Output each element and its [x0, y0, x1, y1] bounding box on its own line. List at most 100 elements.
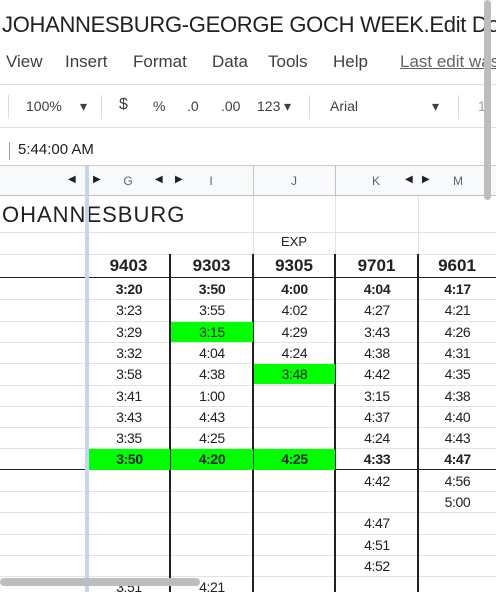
table-cell[interactable]: 4:24: [254, 343, 335, 363]
chevron-down-icon[interactable]: ▾: [284, 98, 291, 115]
triangle-right-icon[interactable]: ▶: [422, 174, 430, 185]
table-cell[interactable]: [254, 556, 335, 576]
table-cell[interactable]: 4:47: [419, 449, 496, 469]
table-cell[interactable]: [254, 428, 335, 448]
table-cell[interactable]: 4:31: [419, 343, 496, 363]
table-cell[interactable]: 3:50: [171, 279, 253, 299]
chevron-down-icon[interactable]: ▾: [432, 98, 439, 115]
table-cell[interactable]: [171, 492, 253, 512]
table-cell[interactable]: 4:51: [336, 535, 418, 555]
table-cell[interactable]: 4:00: [254, 279, 335, 299]
table-cell[interactable]: 4:02: [254, 300, 335, 320]
table-cell[interactable]: [419, 577, 496, 592]
table-cell[interactable]: 4:04: [171, 343, 253, 363]
table-cell[interactable]: 4:56: [419, 471, 496, 491]
route-number-cell[interactable]: 9303: [170, 256, 253, 276]
table-cell[interactable]: [254, 492, 335, 512]
table-cell[interactable]: [336, 577, 418, 592]
table-cell[interactable]: [88, 471, 170, 491]
triangle-left-icon[interactable]: ◀: [405, 174, 413, 185]
table-cell[interactable]: 3:20: [88, 279, 170, 299]
table-cell[interactable]: [88, 535, 170, 555]
table-cell[interactable]: 4:33: [336, 449, 418, 469]
column-header-g[interactable]: G: [113, 174, 143, 188]
table-cell[interactable]: 4:38: [419, 386, 496, 406]
table-cell[interactable]: [254, 513, 335, 533]
table-cell[interactable]: 3:41: [88, 386, 170, 406]
table-cell[interactable]: [171, 471, 253, 491]
table-cell[interactable]: 3:43: [88, 407, 170, 427]
table-cell[interactable]: [419, 535, 496, 555]
increase-decimal-button[interactable]: .00: [221, 98, 240, 114]
percent-format-button[interactable]: %: [153, 98, 165, 114]
column-header-m[interactable]: M: [443, 174, 473, 188]
table-cell[interactable]: 5:00: [419, 492, 496, 512]
table-cell[interactable]: [88, 556, 170, 576]
table-cell[interactable]: [88, 513, 170, 533]
triangle-right-icon[interactable]: ▶: [93, 174, 101, 185]
table-cell[interactable]: [254, 535, 335, 555]
table-cell[interactable]: 3:15: [336, 386, 418, 406]
route-number-cell[interactable]: 9601: [418, 256, 496, 276]
table-cell[interactable]: 3:43: [336, 322, 418, 342]
table-cell[interactable]: 4:24: [336, 428, 418, 448]
table-cell[interactable]: 3:32: [88, 343, 170, 363]
table-cell[interactable]: [254, 471, 335, 491]
table-cell[interactable]: 1:00: [171, 386, 253, 406]
table-cell[interactable]: 4:29: [254, 322, 335, 342]
table-cell[interactable]: 3:35: [88, 428, 170, 448]
last-edit-link[interactable]: Last edit was: [400, 52, 496, 72]
menu-data[interactable]: Data: [212, 52, 248, 72]
table-cell[interactable]: 4:37: [336, 407, 418, 427]
more-formats-button[interactable]: 123: [257, 98, 280, 114]
table-cell[interactable]: [419, 556, 496, 576]
table-cell[interactable]: 4:35: [419, 364, 496, 384]
column-header-i[interactable]: I: [196, 174, 226, 188]
triangle-right-icon[interactable]: ▶: [175, 174, 183, 185]
table-cell[interactable]: 4:04: [336, 279, 418, 299]
spreadsheet-grid[interactable]: OHANNESBURG EXP 9403 9303 9305 9701 9601 3:2…: [0, 196, 496, 592]
menu-insert[interactable]: Insert: [65, 52, 108, 72]
table-cell[interactable]: 4:38: [171, 364, 253, 384]
table-cell[interactable]: 4:43: [419, 428, 496, 448]
table-cell[interactable]: 4:47: [336, 513, 418, 533]
menu-view[interactable]: View: [6, 52, 43, 72]
table-cell[interactable]: 4:21: [419, 300, 496, 320]
table-cell[interactable]: 4:20: [171, 449, 253, 470]
sheet-heading[interactable]: OHANNESBURG: [2, 202, 185, 228]
table-cell[interactable]: [254, 407, 335, 427]
table-cell[interactable]: [254, 577, 335, 592]
table-cell[interactable]: [419, 513, 496, 533]
font-select[interactable]: Arial: [330, 98, 358, 114]
menu-help[interactable]: Help: [333, 52, 368, 72]
table-cell[interactable]: 4:17: [419, 279, 496, 299]
table-cell[interactable]: 4:25: [171, 428, 253, 448]
table-cell[interactable]: 3:50: [89, 449, 170, 470]
triangle-left-icon[interactable]: ◀: [155, 174, 163, 185]
table-cell[interactable]: [171, 513, 253, 533]
table-cell[interactable]: [171, 556, 253, 576]
vertical-scrollbar[interactable]: [484, 0, 491, 200]
table-cell[interactable]: [171, 535, 253, 555]
table-cell[interactable]: 4:40: [419, 407, 496, 427]
table-cell[interactable]: 4:26: [419, 322, 496, 342]
decrease-decimal-button[interactable]: .0: [187, 98, 199, 114]
route-number-cell[interactable]: 9701: [335, 256, 418, 276]
chevron-down-icon[interactable]: ▾: [80, 98, 87, 115]
menu-tools[interactable]: Tools: [268, 52, 308, 72]
table-cell[interactable]: 3:55: [171, 300, 253, 320]
table-cell[interactable]: [88, 492, 170, 512]
menu-format[interactable]: Format: [133, 52, 187, 72]
triangle-left-icon[interactable]: ◀: [68, 174, 76, 185]
table-cell[interactable]: 4:25: [254, 449, 335, 470]
zoom-select[interactable]: 100%: [26, 98, 62, 114]
table-cell[interactable]: [254, 386, 335, 406]
table-cell[interactable]: 3:58: [88, 364, 170, 384]
table-cell[interactable]: 4:43: [171, 407, 253, 427]
table-cell[interactable]: 3:23: [88, 300, 170, 320]
table-cell[interactable]: 4:38: [336, 343, 418, 363]
formula-input[interactable]: 5:44:00 AM: [18, 141, 94, 158]
frozen-column-divider[interactable]: [85, 166, 89, 592]
route-number-cell[interactable]: 9305: [253, 256, 335, 276]
table-cell[interactable]: 3:48: [254, 364, 335, 385]
